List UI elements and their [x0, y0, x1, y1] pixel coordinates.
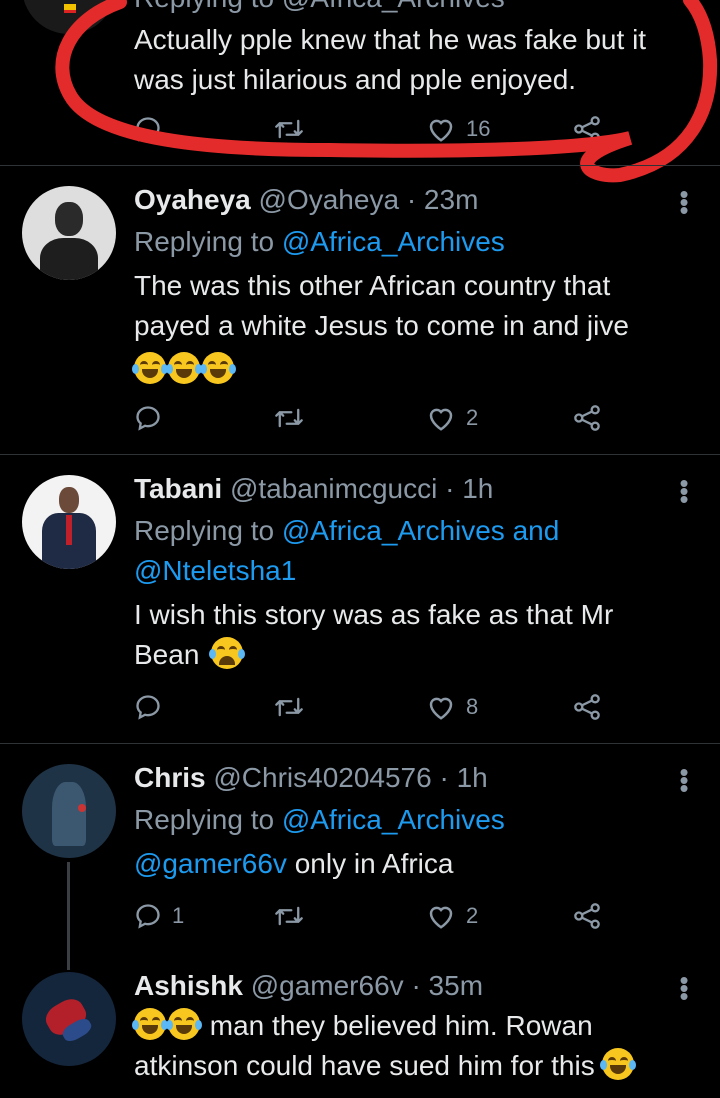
more-options-button[interactable]: • • • [676, 965, 692, 1011]
like-button[interactable]: 8 [426, 687, 478, 727]
tears-of-joy-emoji-icon [166, 1008, 202, 1040]
retweet-button[interactable] [274, 896, 304, 936]
more-vertical-icon: • • • [679, 965, 689, 1011]
handle[interactable]: @Oyaheya [259, 184, 400, 215]
share-icon [574, 405, 600, 431]
tweet-header: Ashishk @gamer66v · 35m [134, 970, 483, 1002]
share-button[interactable] [572, 687, 602, 727]
heart-icon [429, 906, 453, 929]
tweet[interactable]: Oyaheya @Oyaheya · 23m • • • Replying to @… [0, 166, 720, 454]
retweet-button[interactable] [274, 687, 304, 727]
like-button[interactable]: 2 [426, 896, 478, 936]
replying-to: Replying to @Africa_Archives and @Ntelet… [134, 511, 694, 591]
tweet-text-content: man they believed him. Rowan atkinson co… [134, 1010, 595, 1081]
heart-icon [429, 408, 453, 431]
mention-link[interactable]: @Nteletsha1 [134, 555, 296, 586]
share-icon [574, 694, 600, 720]
reply-icon [136, 406, 160, 431]
handle[interactable]: @Chris40204576 [213, 762, 431, 793]
crying-emoji-icon [209, 637, 246, 669]
like-count: 2 [466, 903, 479, 928]
tweet[interactable]: Tabani @tabanimcgucci · 1h • • • Replying … [0, 455, 720, 743]
retweet-button[interactable] [274, 398, 304, 438]
like-button[interactable]: 2 [426, 398, 478, 438]
timestamp[interactable]: 23m [424, 184, 478, 215]
retweet-icon [275, 408, 303, 428]
mention-link[interactable]: @Africa_Archives [282, 515, 505, 546]
more-options-button[interactable]: • • • [676, 757, 692, 803]
more-vertical-icon: • • • [679, 468, 689, 514]
timestamp[interactable]: 1h [457, 762, 488, 793]
replying-to-label: Replying to [134, 515, 275, 546]
tweet-text: The was this other African country that … [132, 266, 694, 390]
tweet-header: Tabani @tabanimcgucci · 1h [134, 473, 493, 505]
heart-icon [429, 697, 453, 720]
reply-count: 1 [172, 903, 185, 928]
more-options-button[interactable]: • • • [676, 179, 692, 225]
tweet-text-content: I wish this story was as fake as that Mr… [134, 599, 614, 670]
tears-of-joy-emoji-icon [132, 352, 168, 384]
replying-to: Replying to @Africa_Archives [134, 222, 505, 262]
display-name[interactable]: Oyaheya [134, 184, 251, 215]
more-vertical-icon: • • • [679, 757, 689, 803]
timestamp[interactable]: 35m [429, 970, 483, 1001]
reply-icon [136, 695, 160, 720]
tweet-text: @gamer66v only in Africa [134, 844, 694, 884]
tears-of-joy-emoji-icon [200, 352, 236, 384]
thread-line [67, 862, 70, 970]
replying-to-label: Replying to [134, 226, 275, 257]
tweet[interactable]: Chris @Chris40204576 · 1h • • • Replying t… [0, 744, 720, 970]
tweet-text: I wish this story was as fake as that Mr… [134, 595, 674, 675]
tweet-header: Oyaheya @Oyaheya · 23m [134, 184, 478, 216]
tweet[interactable]: Ashishk @gamer66v · 35m • • • man they bel… [0, 964, 720, 1098]
more-vertical-icon: • • • [679, 179, 689, 225]
tweet-header: Chris @Chris40204576 · 1h [134, 762, 488, 794]
more-options-button[interactable]: • • • [676, 468, 692, 514]
retweet-icon [275, 906, 303, 926]
avatar[interactable] [22, 764, 116, 858]
separator: · [406, 184, 417, 215]
timestamp[interactable]: 1h [462, 473, 493, 504]
reply-icon [136, 904, 160, 929]
display-name[interactable]: Chris [134, 762, 206, 793]
replying-and: and [512, 515, 560, 546]
tweet-text-content: The was this other African country that … [134, 270, 629, 341]
avatar[interactable] [22, 972, 116, 1066]
replying-to: Replying to @Africa_Archives [134, 800, 505, 840]
mention-link[interactable]: @Africa_Archives [282, 804, 505, 835]
display-name[interactable]: Tabani [134, 473, 222, 504]
avatar[interactable] [22, 475, 116, 569]
tweet-partial[interactable]: Replying to @Africa_Archives Actually pp… [0, 0, 720, 183]
tweet-text: man they believed him. Rowan atkinson co… [132, 1006, 694, 1086]
replying-to-label: Replying to [134, 804, 275, 835]
handle[interactable]: @tabanimcgucci [230, 473, 437, 504]
handle[interactable]: @gamer66v [251, 970, 404, 1001]
like-count: 2 [466, 405, 479, 430]
retweet-icon [275, 697, 303, 717]
separator: · [445, 473, 455, 504]
reply-button[interactable] [134, 398, 162, 438]
red-highlight-annotation [55, 0, 718, 183]
share-button[interactable] [572, 398, 602, 438]
share-icon [574, 903, 600, 929]
avatar[interactable] [22, 186, 116, 280]
mention-link[interactable]: @Africa_Archives [282, 226, 505, 257]
separator: · [411, 970, 421, 1001]
separator: · [439, 762, 449, 793]
mention-link[interactable]: @gamer66v [134, 848, 287, 879]
emoji-row [132, 350, 694, 390]
reply-button[interactable] [134, 687, 162, 727]
tears-of-joy-emoji-icon [600, 1048, 637, 1080]
tears-of-joy-emoji-icon [132, 1008, 168, 1040]
like-count: 8 [466, 694, 479, 719]
reply-button[interactable]: 1 [134, 896, 184, 936]
tweet-text-content: only in Africa [294, 848, 454, 879]
share-button[interactable] [572, 896, 602, 936]
tears-of-joy-emoji-icon [166, 352, 202, 384]
display-name[interactable]: Ashishk [134, 970, 243, 1001]
